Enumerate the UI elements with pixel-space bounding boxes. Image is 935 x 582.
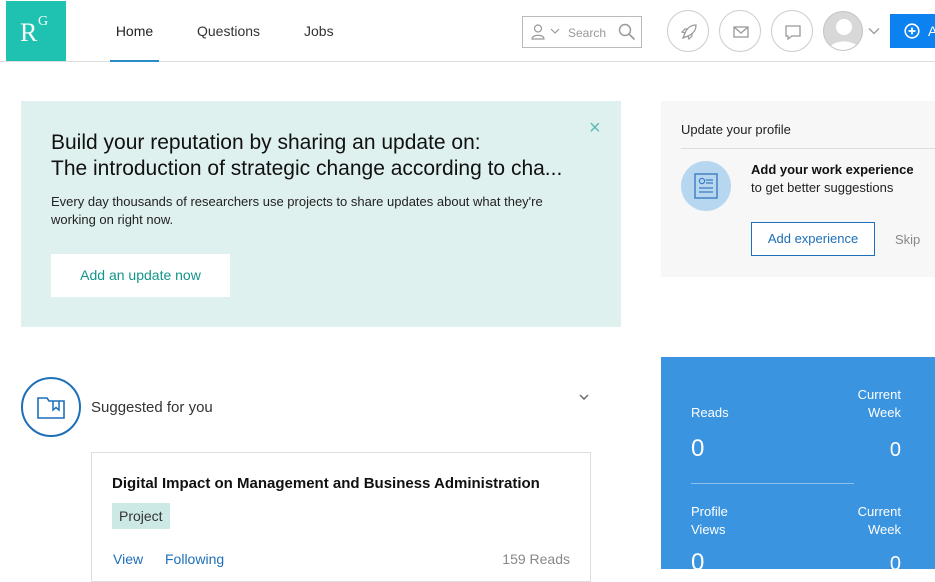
banner-project-title[interactable]: The introduction of strategic change acc… xyxy=(51,157,591,181)
nav-home-label: Home xyxy=(115,23,154,39)
stats-panel: Reads Current Week 0 0 Profile Views Cur… xyxy=(661,357,935,576)
suggested-section-title: Suggested for you xyxy=(91,399,213,416)
work-experience-prompt: Add your work experience xyxy=(751,162,914,177)
researchgate-logo[interactable]: R G xyxy=(6,1,66,61)
add-update-button[interactable]: Add an update now xyxy=(51,254,230,297)
rocket-icon xyxy=(680,24,697,41)
nav-jobs[interactable]: Jobs xyxy=(304,0,334,62)
rocket-button[interactable] xyxy=(667,10,709,52)
chat-button[interactable] xyxy=(771,10,813,52)
add-button[interactable]: A xyxy=(890,14,935,48)
add-button-label: A xyxy=(928,23,935,39)
work-experience-badge xyxy=(681,161,731,211)
avatar-silhouette-icon xyxy=(828,19,860,50)
chevron-down-icon[interactable] xyxy=(578,393,590,401)
skip-link[interactable]: Skip xyxy=(895,232,920,247)
reads-current-week-value: 0 xyxy=(889,439,901,461)
logo-letter-g: G xyxy=(38,14,49,29)
add-experience-button[interactable]: Add experience xyxy=(751,222,875,256)
chat-icon xyxy=(785,25,801,41)
nav-questions-label: Questions xyxy=(197,23,261,39)
view-link[interactable]: View xyxy=(113,551,143,567)
share-update-banner: × Build your reputation by sharing an up… xyxy=(21,101,621,327)
reads-label: Reads xyxy=(691,405,729,420)
project-type-badge: Project xyxy=(112,503,170,529)
bookmark-folder-icon xyxy=(37,397,65,419)
work-experience-subtext: to get better suggestions xyxy=(751,180,894,195)
search-input[interactable]: Search xyxy=(568,26,606,40)
stats-divider xyxy=(691,483,854,484)
divider xyxy=(681,148,935,149)
plus-icon xyxy=(904,23,920,39)
suggested-project-card: Digital Impact on Management and Busines… xyxy=(91,452,591,582)
update-profile-heading: Update your profile xyxy=(681,122,791,137)
following-link[interactable]: Following xyxy=(165,551,224,567)
views-current-week-value: 0 xyxy=(889,553,901,575)
mail-icon xyxy=(733,26,749,38)
profile-views-value: 0 xyxy=(691,549,705,576)
reads-count: 159 Reads xyxy=(502,551,570,567)
document-icon xyxy=(694,173,718,199)
search-icon[interactable] xyxy=(618,23,636,41)
avatar[interactable] xyxy=(823,11,863,51)
banner-heading: Build your reputation by sharing an upda… xyxy=(51,131,481,154)
profile-views-label: Profile Views xyxy=(691,504,728,537)
update-profile-panel: Update your profile Add your work experi… xyxy=(661,101,935,277)
reads-value: 0 xyxy=(691,435,705,462)
views-current-week-label: Current Week xyxy=(857,504,901,537)
top-navigation-bar: R G Home Questions Jobs Search A xyxy=(0,0,935,62)
nav-questions[interactable]: Questions xyxy=(197,0,260,62)
messages-button[interactable] xyxy=(719,10,761,52)
account-menu-chevron-icon[interactable] xyxy=(868,27,880,35)
search-scope-chevron-icon[interactable] xyxy=(550,27,560,35)
banner-description: Every day thousands of researchers use p… xyxy=(51,194,543,227)
nav-home[interactable]: Home xyxy=(110,0,159,62)
logo-letter-r: R xyxy=(20,18,38,47)
reads-current-week-label: Current Week xyxy=(857,387,901,420)
project-title[interactable]: Digital Impact on Management and Busines… xyxy=(112,475,540,492)
nav-jobs-label: Jobs xyxy=(304,23,334,39)
person-icon[interactable] xyxy=(531,24,545,40)
suggested-section-icon xyxy=(21,377,81,437)
search-box[interactable]: Search xyxy=(522,16,642,48)
